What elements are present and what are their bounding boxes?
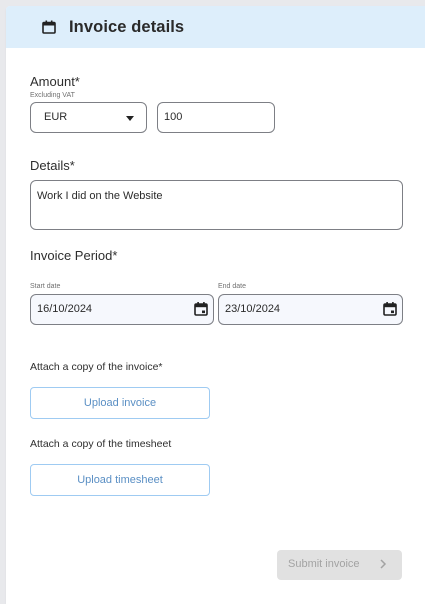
amount-value: 100 <box>164 111 183 123</box>
invoice-period-label: Invoice Period* <box>30 248 118 263</box>
end-date-value: 23/10/2024 <box>225 303 281 315</box>
details-label: Details* <box>30 158 75 173</box>
currency-select[interactable]: EUR <box>30 102 147 133</box>
submit-invoice-button[interactable]: Submit invoice <box>277 550 402 580</box>
invoice-upload-label: Attach a copy of the invoice* <box>30 361 163 373</box>
card-header: Invoice details <box>6 6 425 48</box>
end-date-input[interactable]: 23/10/2024 <box>218 294 403 325</box>
end-date-label: End date <box>218 283 247 290</box>
calendar-picker-icon[interactable] <box>193 301 209 317</box>
submit-invoice-label: Submit invoice <box>288 558 360 570</box>
start-date-value: 16/10/2024 <box>37 303 93 315</box>
caret-down-icon <box>126 116 134 121</box>
calendar-icon <box>42 20 56 34</box>
amount-sublabel: Excluding VAT <box>30 92 75 99</box>
details-value: Work I did on the Website <box>37 190 163 202</box>
amount-input[interactable]: 100 <box>157 102 275 133</box>
chevron-right-icon <box>380 559 387 569</box>
details-textarea[interactable]: Work I did on the Website <box>30 180 403 230</box>
currency-value: EUR <box>44 111 68 123</box>
upload-invoice-button[interactable]: Upload invoice <box>30 387 210 419</box>
timesheet-upload-label: Attach a copy of the timesheet <box>30 438 172 450</box>
calendar-picker-icon[interactable] <box>382 301 398 317</box>
invoice-details-card: Invoice details Amount* Excluding VAT EU… <box>6 6 425 604</box>
card-title: Invoice details <box>69 18 185 36</box>
upload-timesheet-button[interactable]: Upload timesheet <box>30 464 210 496</box>
amount-label: Amount* <box>30 74 80 89</box>
start-date-label: Start date <box>30 283 61 290</box>
start-date-input[interactable]: 16/10/2024 <box>30 294 214 325</box>
